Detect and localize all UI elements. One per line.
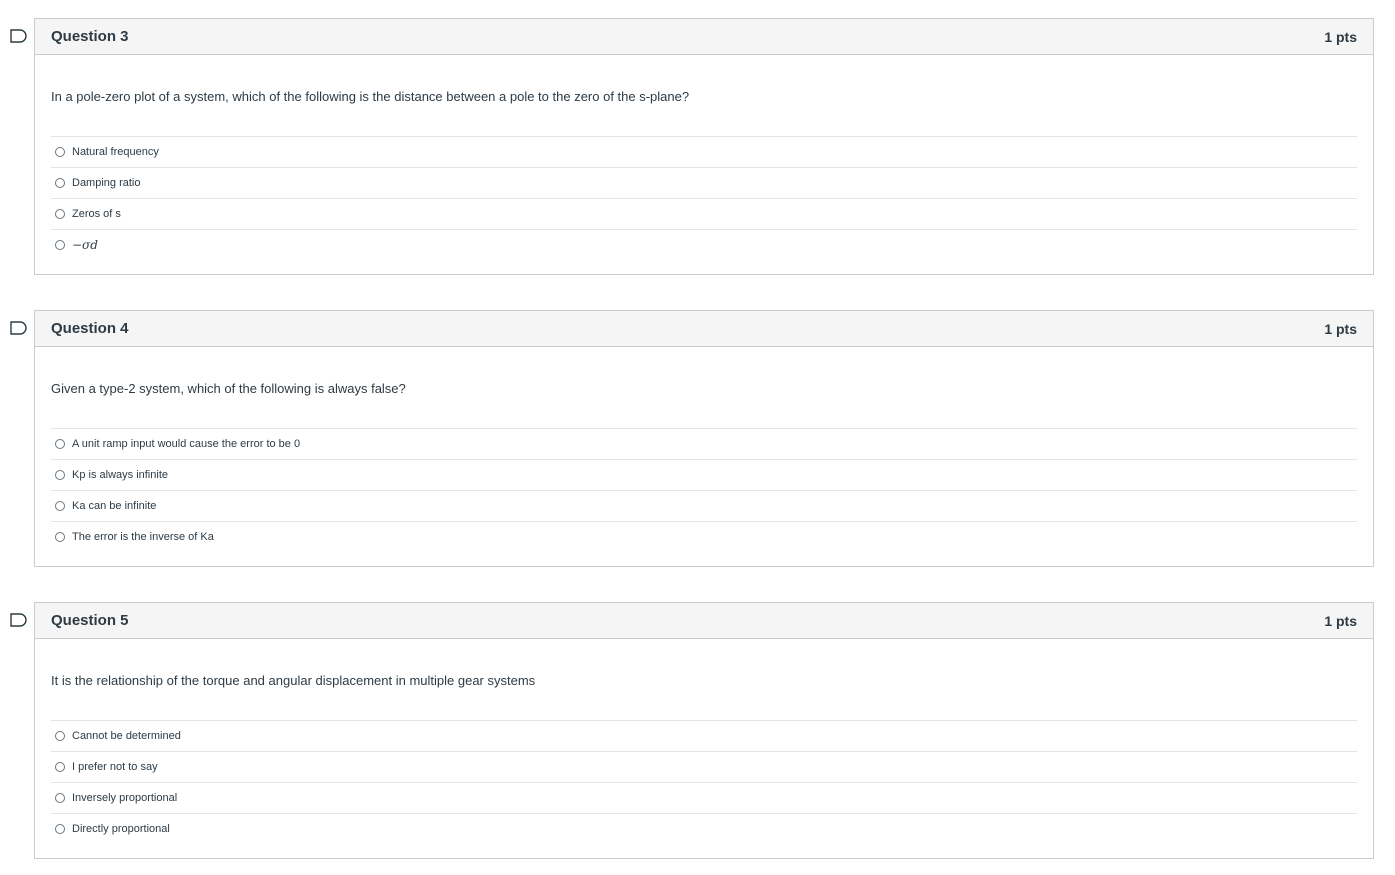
- radio-button-icon[interactable]: [55, 731, 65, 741]
- answer-label: Natural frequency: [72, 146, 159, 158]
- question-body: In a pole-zero plot of a system, which o…: [35, 55, 1373, 260]
- question-text: Given a type-2 system, which of the foll…: [51, 381, 406, 396]
- answer-option[interactable]: Inversely proportional: [51, 783, 1357, 814]
- answer-label: Zeros of s: [72, 208, 121, 220]
- question-body: Given a type-2 system, which of the foll…: [35, 347, 1373, 552]
- answer-option[interactable]: A unit ramp input would cause the error …: [51, 429, 1357, 460]
- answer-list: A unit ramp input would cause the error …: [51, 428, 1357, 552]
- question-points: 1 pts: [1324, 612, 1357, 629]
- answer-option[interactable]: −σd: [51, 230, 1357, 260]
- answer-label: Inversely proportional: [72, 792, 178, 804]
- answer-label: The error is the inverse of Ka: [72, 531, 214, 543]
- answer-label: A unit ramp input would cause the error …: [72, 438, 301, 450]
- answer-option[interactable]: Directly proportional: [51, 814, 1357, 844]
- question-card: Question 4 1 pts Given a type-2 system, …: [34, 310, 1374, 567]
- flag-question-icon[interactable]: [10, 321, 27, 335]
- question-text: In a pole-zero plot of a system, which o…: [51, 89, 690, 104]
- answer-option[interactable]: Damping ratio: [51, 168, 1357, 199]
- answer-label: Damping ratio: [72, 177, 141, 189]
- answer-option[interactable]: Zeros of s: [51, 199, 1357, 230]
- answer-option[interactable]: Kp is always infinite: [51, 460, 1357, 491]
- answer-label: Kp is always infinite: [72, 469, 168, 481]
- question-text: It is the relationship of the torque and…: [51, 673, 536, 688]
- radio-button-icon[interactable]: [55, 209, 65, 219]
- question-header: Question 4 1 pts: [35, 311, 1373, 347]
- answer-option[interactable]: Natural frequency: [51, 137, 1357, 168]
- question-card: Question 5 1 pts It is the relationship …: [34, 602, 1374, 859]
- question-body: It is the relationship of the torque and…: [35, 639, 1373, 844]
- question-title: Question 3: [51, 28, 129, 45]
- radio-button-icon[interactable]: [55, 501, 65, 511]
- answer-label: Ka can be infinite: [72, 500, 157, 512]
- answer-option[interactable]: The error is the inverse of Ka: [51, 522, 1357, 552]
- answer-label: Cannot be determined: [72, 730, 181, 742]
- question-points: 1 pts: [1324, 28, 1357, 45]
- question-header: Question 5 1 pts: [35, 603, 1373, 639]
- answer-option[interactable]: Ka can be infinite: [51, 491, 1357, 522]
- answer-option[interactable]: Cannot be determined: [51, 721, 1357, 752]
- radio-button-icon[interactable]: [55, 178, 65, 188]
- question-points: 1 pts: [1324, 320, 1357, 337]
- radio-button-icon[interactable]: [55, 824, 65, 834]
- answer-label: −σd: [72, 238, 98, 252]
- radio-button-icon[interactable]: [55, 240, 65, 250]
- question-title: Question 5: [51, 612, 129, 629]
- answer-label: Directly proportional: [72, 823, 170, 835]
- question-card: Question 3 1 pts In a pole-zero plot of …: [34, 18, 1374, 275]
- question-header: Question 3 1 pts: [35, 19, 1373, 55]
- radio-button-icon[interactable]: [55, 793, 65, 803]
- flag-question-icon[interactable]: [10, 29, 27, 43]
- answer-label: I prefer not to say: [72, 761, 158, 773]
- question-title: Question 4: [51, 320, 129, 337]
- radio-button-icon[interactable]: [55, 470, 65, 480]
- radio-button-icon[interactable]: [55, 532, 65, 542]
- radio-button-icon[interactable]: [55, 762, 65, 772]
- answer-option[interactable]: I prefer not to say: [51, 752, 1357, 783]
- answer-list: Natural frequency Damping ratio Zeros of…: [51, 136, 1357, 260]
- flag-question-icon[interactable]: [10, 613, 27, 627]
- radio-button-icon[interactable]: [55, 147, 65, 157]
- answer-list: Cannot be determined I prefer not to say…: [51, 720, 1357, 844]
- radio-button-icon[interactable]: [55, 439, 65, 449]
